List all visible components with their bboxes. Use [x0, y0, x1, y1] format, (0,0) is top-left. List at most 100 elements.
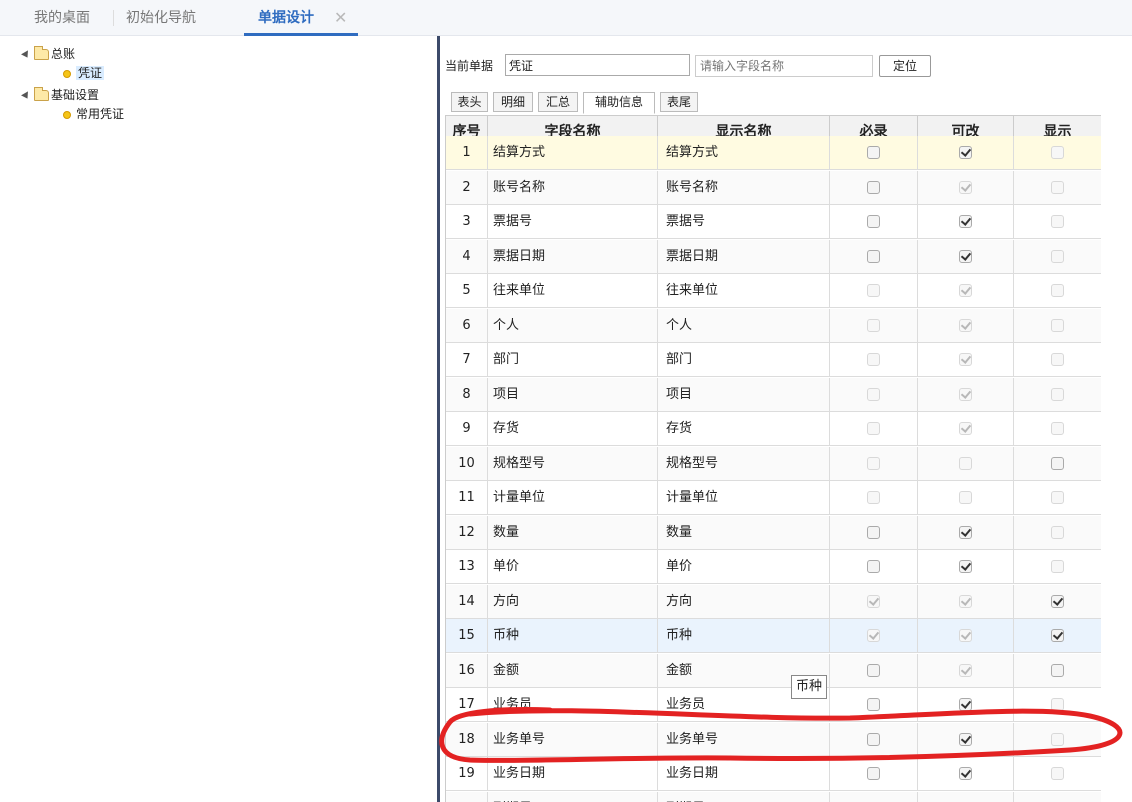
visible-checkbox [1050, 560, 1064, 573]
field-name-cell: 方向 [488, 584, 658, 618]
top-tab-bar: 我的桌面 初始化导航 单据设计 ✕ [0, 0, 1132, 36]
tree-node-basic-settings[interactable]: 基础设置 [21, 86, 99, 104]
display-name-cell: 项目 [658, 377, 830, 411]
tree-node-label: 常用凭证 [76, 107, 125, 121]
tree-node-common-voucher[interactable]: 常用凭证 [63, 105, 124, 123]
required-cell [830, 412, 918, 445]
required-cell [830, 205, 918, 238]
tab-my-desktop[interactable]: 我的桌面 [34, 0, 90, 36]
table-row[interactable]: 7 部门 部门 [446, 343, 1101, 377]
table-row[interactable]: 13 单价 单价 [446, 550, 1101, 584]
folder-icon [34, 87, 49, 101]
required-checkbox[interactable] [866, 146, 880, 159]
field-name-cell: 单价 [488, 550, 658, 583]
editable-checkbox[interactable] [958, 698, 972, 711]
display-name-cell: 票据号 [658, 205, 830, 238]
editable-checkbox[interactable] [958, 249, 972, 263]
display-name-cell: 币种 [658, 619, 830, 652]
tab-init-nav[interactable]: 初始化导航 [126, 0, 196, 36]
visible-cell [1014, 585, 1101, 618]
doc-tree: 总账 凭证 基础设置 常用凭证 [0, 38, 437, 802]
editable-checkbox[interactable] [958, 560, 972, 573]
visible-cell [1014, 654, 1101, 687]
row-index: 9 [446, 412, 488, 445]
panel-splitter[interactable] [437, 36, 440, 802]
tree-node-voucher[interactable]: 凭证 [63, 64, 105, 82]
table-row[interactable]: 3 票据号 票据号 [446, 205, 1101, 239]
table-row[interactable]: 15 币种 币种 [446, 619, 1101, 653]
editable-cell [918, 584, 1014, 618]
required-cell [830, 791, 918, 802]
table-row[interactable]: 16 金额 金额 [446, 653, 1101, 688]
editable-cell [918, 205, 1014, 238]
visible-checkbox[interactable] [1050, 594, 1064, 608]
table-row[interactable]: 20到期日到期日 [446, 791, 1101, 802]
current-doc-label: 当前单据 [445, 59, 494, 73]
table-row[interactable]: 4 票据日期 票据日期 [446, 239, 1101, 274]
required-cell [830, 757, 918, 790]
editable-checkbox [958, 422, 972, 435]
visible-checkbox [1050, 767, 1064, 780]
visible-checkbox[interactable] [1050, 629, 1064, 642]
tree-node-general-ledger[interactable]: 总账 [21, 45, 75, 63]
visible-cell [1014, 205, 1101, 238]
required-checkbox[interactable] [866, 663, 880, 677]
tab-header[interactable]: 表头 [451, 92, 488, 112]
visible-cell [1014, 378, 1101, 411]
table-row[interactable]: 1 结算方式 结算方式 [446, 136, 1101, 170]
expand-arrow-icon[interactable] [21, 49, 31, 60]
required-checkbox[interactable] [866, 249, 880, 263]
row-index: 7 [446, 343, 488, 376]
editable-cell [918, 550, 1014, 583]
tab-doc-design[interactable]: 单据设计 [244, 0, 358, 36]
table-row[interactable]: 5 往来单位 往来单位 [446, 274, 1101, 308]
required-checkbox[interactable] [866, 180, 880, 194]
table-row[interactable]: 11 计量单位 计量单位 [446, 481, 1101, 515]
row-index: 13 [446, 550, 488, 583]
expand-arrow-icon[interactable] [21, 90, 31, 101]
editable-checkbox[interactable] [958, 146, 972, 159]
required-checkbox[interactable] [866, 525, 880, 539]
field-name-cell: 业务日期 [488, 757, 658, 790]
row-index: 18 [446, 722, 488, 756]
display-name-cell: 业务日期 [658, 757, 830, 790]
field-search-input[interactable] [695, 55, 873, 77]
table-row[interactable]: 18 业务单号 业务单号 [446, 722, 1101, 757]
close-tab-icon[interactable]: ✕ [334, 0, 347, 36]
visible-checkbox[interactable] [1050, 456, 1064, 470]
visible-cell [1014, 136, 1101, 169]
visible-checkbox[interactable] [1050, 663, 1064, 677]
table-row[interactable]: 19 业务日期 业务日期 [446, 757, 1101, 791]
display-name-cell: 单价 [658, 550, 830, 583]
editable-checkbox[interactable] [958, 732, 972, 746]
required-checkbox[interactable] [866, 732, 880, 746]
table-row[interactable]: 14 方向 方向 [446, 584, 1101, 619]
required-checkbox[interactable] [866, 560, 880, 573]
current-doc-input[interactable] [505, 54, 690, 76]
editable-checkbox[interactable] [958, 767, 972, 780]
locate-button[interactable]: 定位 [879, 55, 931, 77]
required-checkbox[interactable] [866, 767, 880, 780]
required-checkbox[interactable] [866, 698, 880, 711]
table-row[interactable]: 9 存货 存货 [446, 412, 1101, 446]
visible-checkbox [1050, 249, 1064, 263]
tab-detail[interactable]: 明细 [493, 92, 533, 112]
table-row[interactable]: 2 账号名称 账号名称 [446, 170, 1101, 205]
required-checkbox[interactable] [866, 215, 880, 228]
editable-checkbox [958, 180, 972, 194]
table-row[interactable]: 10 规格型号 规格型号 [446, 446, 1101, 481]
editable-cell [918, 722, 1014, 756]
table-row[interactable]: 6 个人 个人 [446, 308, 1101, 343]
table-row[interactable]: 8 项目 项目 [446, 377, 1101, 412]
field-grid: 序号 字段名称 显示名称 必录 可改 显示 1 结算方式 结算方式 2 账号名称 账号名称… [445, 115, 1101, 802]
table-row[interactable]: 12 数量 数量 [446, 515, 1101, 550]
display-name-cell: 账号名称 [658, 170, 830, 204]
tab-aux-info[interactable]: 辅助信息 [583, 92, 655, 114]
tab-summary[interactable]: 汇总 [538, 92, 578, 112]
editable-checkbox[interactable] [958, 215, 972, 228]
editable-cell [918, 757, 1014, 790]
visible-checkbox [1050, 698, 1064, 711]
editable-checkbox[interactable] [958, 525, 972, 539]
tab-footer[interactable]: 表尾 [660, 92, 698, 112]
table-row[interactable]: 17 业务员 业务员 [446, 688, 1101, 722]
